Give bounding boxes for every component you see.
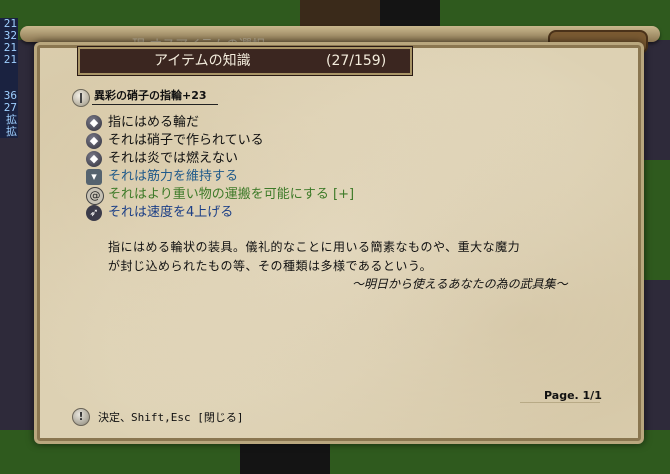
description-line: が封じ込められたもの等、その種類は多様であるという。 (108, 259, 433, 273)
property-row: @ それはより重い物の運搬を可能にする [+] (86, 186, 426, 205)
property-text: それは硝子で作られている (108, 133, 264, 148)
diamond-icon: ◆ (86, 133, 102, 149)
window-title-bar: アイテムの知識 (27/159) (78, 47, 412, 75)
property-row: ◆ それは炎では燃えない (86, 150, 426, 168)
description-line: 指にはめる輪状の装具。儀礼的なことに用いる簡素なものや、重大な魔力 (108, 240, 521, 254)
page-indicator: Page. 1/1 (544, 389, 602, 402)
key-hint-text: 決定、Shift,Esc [閉じる] (98, 411, 244, 424)
diamond-icon: ◆ (86, 151, 102, 167)
divider (520, 402, 600, 403)
item-name: 異彩の硝子の指輪+23 (94, 89, 207, 102)
property-text: それは炎では燃えない (108, 151, 239, 166)
swirl-icon: @ (86, 187, 104, 205)
shirt-icon: ▾ (86, 169, 102, 185)
description-source: ～明日から使えるあなたの為の武具集～ (352, 277, 568, 291)
map-side-numbers: 21 32 21 21 36 27 拡 拡 (0, 18, 18, 138)
diamond-icon: ◆ (86, 115, 102, 131)
property-row: ▾ それは筋力を維持する (86, 168, 426, 186)
property-row: ➶ それは速度を4上げる (86, 204, 426, 222)
item-name-underline (92, 104, 218, 105)
boot-icon: ➶ (86, 205, 102, 221)
property-row: ◆ 指にはめる輪だ (86, 114, 426, 132)
property-text: それは筋力を維持する (108, 169, 239, 184)
item-count: (27/159) (326, 53, 387, 69)
property-text: 指にはめる輪だ (108, 115, 200, 130)
item-description: 指にはめる輪状の装具。儀礼的なことに用いる簡素なものや、重大な魔力 が封じ込めら… (108, 238, 588, 276)
window-title: アイテムの知識 (154, 53, 251, 69)
property-text: それは速度を4上げる (108, 205, 234, 220)
property-row: ◆ それは硝子で作られている (86, 132, 426, 150)
item-category-icon (72, 89, 90, 107)
property-text: それはより重い物の運搬を可能にする [+] (108, 187, 355, 202)
item-properties-list: ◆ 指にはめる輪だ ◆ それは硝子で作られている ◆ それは炎では燃えない ▾ … (86, 114, 426, 222)
info-icon: ! (72, 408, 90, 426)
